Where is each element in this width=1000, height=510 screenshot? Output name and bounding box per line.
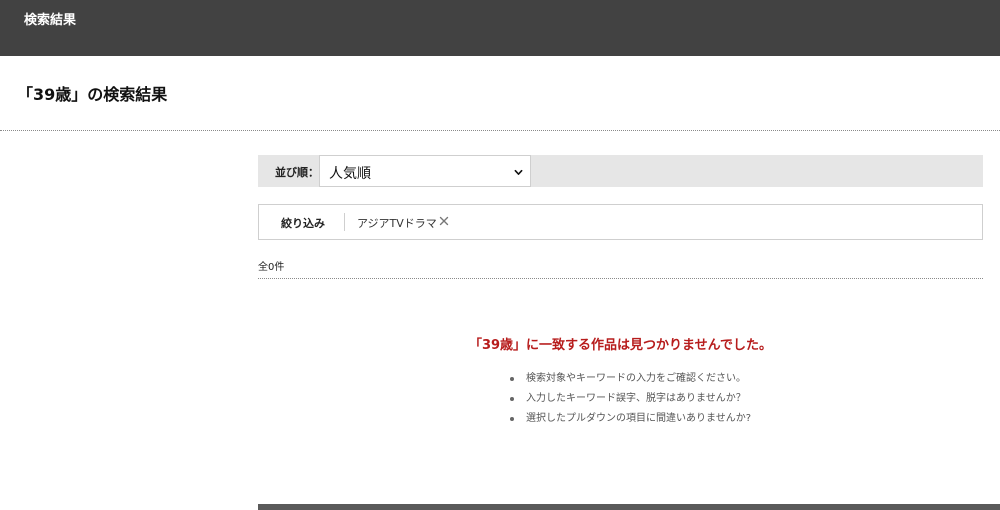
chevron-down-icon	[514, 169, 523, 175]
hint-text: 選択したプルダウンの項目に間違いありませんか?	[526, 413, 752, 424]
bullet-icon	[510, 397, 514, 401]
heading-divider	[0, 130, 1000, 131]
sort-bar: 並び順： 人気順	[258, 155, 983, 187]
bullet-icon	[510, 417, 514, 421]
filter-separator	[344, 213, 345, 231]
sort-order-select[interactable]: 人気順	[319, 155, 531, 187]
bottom-bar	[258, 504, 1000, 510]
hint-text: 入力したキーワード誤字、脱字はありませんか？	[526, 393, 746, 404]
count-divider	[258, 278, 983, 279]
hint-list: 検索対象やキーワードの入力をご確認ください。 入力したキーワード誤字、脱字はあり…	[510, 373, 751, 433]
filter-label: 絞り込み	[281, 217, 325, 230]
bullet-icon	[510, 377, 514, 381]
no-result-message: 「39歳」に一致する作品は見つかりませんでした。	[468, 338, 773, 353]
result-count: 全0件	[258, 262, 285, 273]
sort-selected-value: 人気順	[329, 166, 371, 182]
page-title: 「39歳」の検索結果	[17, 85, 168, 104]
header-title: 検索結果	[24, 13, 77, 28]
sort-label: 並び順：	[275, 166, 319, 179]
list-item: 入力したキーワード誤字、脱字はありませんか？	[510, 393, 751, 413]
hint-text: 検索対象やキーワードの入力をご確認ください。	[526, 373, 746, 384]
filter-box: 絞り込み アジアTVドラマ	[258, 204, 983, 240]
top-header-bar: 検索結果	[0, 0, 1000, 56]
filter-chip: アジアTVドラマ	[357, 217, 437, 230]
close-icon[interactable]	[439, 216, 449, 226]
list-item: 選択したプルダウンの項目に間違いありませんか?	[510, 413, 751, 433]
list-item: 検索対象やキーワードの入力をご確認ください。	[510, 373, 751, 393]
